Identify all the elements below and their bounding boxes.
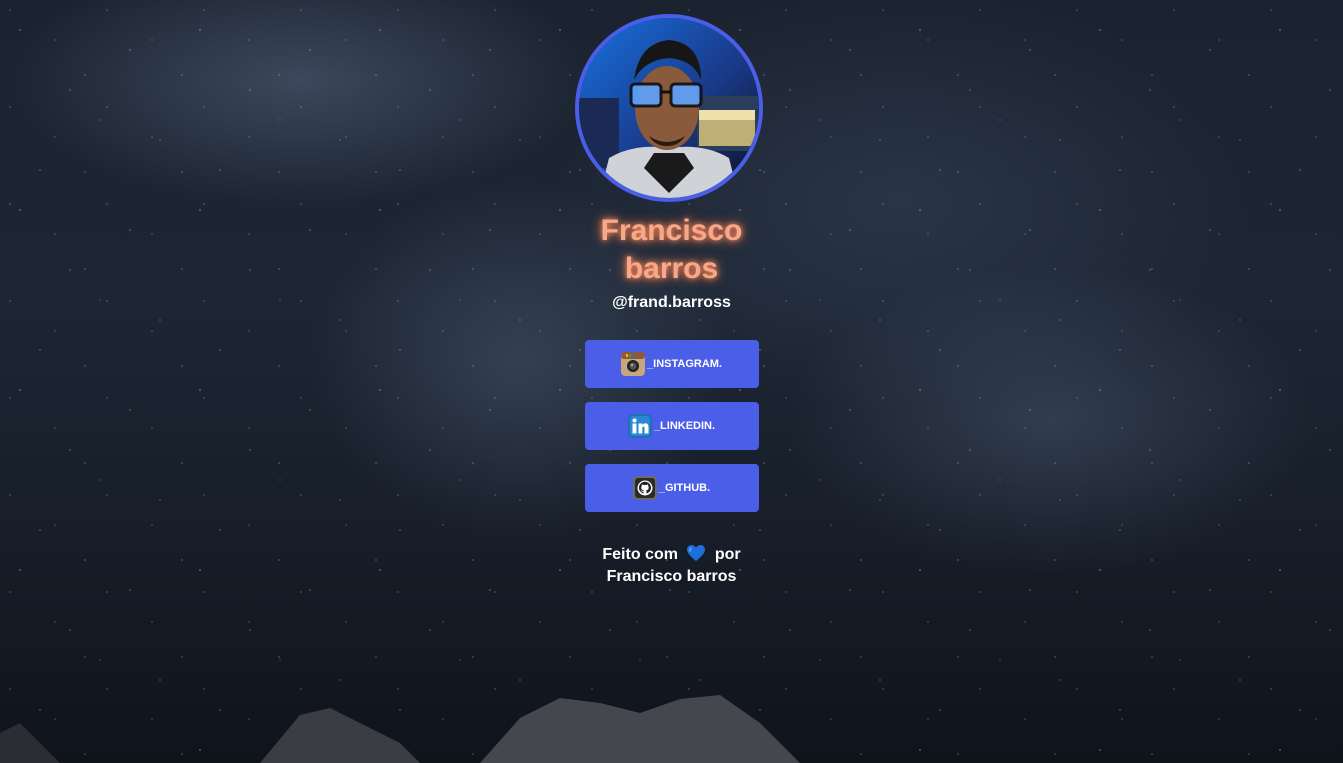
footer-author: Francisco barros bbox=[606, 568, 737, 585]
linkedin-link-button[interactable]: _LINKEDIN. bbox=[584, 402, 759, 450]
blue-heart-icon bbox=[687, 545, 706, 561]
footer-text-after: por bbox=[714, 546, 741, 563]
linkedin-icon bbox=[627, 414, 652, 438]
footer-line-1: Feito com por bbox=[602, 544, 741, 566]
instagram-icon bbox=[621, 352, 646, 376]
footer-text-before: Feito com bbox=[602, 546, 678, 563]
link-list: _INSTAGRAM. _LINKEDIN. _GITHUB. bbox=[584, 340, 759, 512]
github-link-button[interactable]: _GITHUB. bbox=[584, 464, 759, 512]
mountain-silhouette bbox=[0, 695, 800, 763]
avatar bbox=[574, 14, 763, 202]
github-link-label: _GITHUB. bbox=[658, 482, 711, 494]
profile-handle: @frand.barross bbox=[612, 294, 731, 311]
profile-name: Francisco barros bbox=[600, 214, 743, 285]
github-icon bbox=[632, 476, 657, 500]
instagram-link-label: _INSTAGRAM. bbox=[647, 358, 722, 370]
instagram-link-button[interactable]: _INSTAGRAM. bbox=[584, 340, 759, 388]
linkedin-link-label: _LINKEDIN. bbox=[653, 420, 716, 432]
profile-card: Francisco barros @frand.barross _INSTAGR… bbox=[0, 0, 1343, 588]
profile-photo bbox=[578, 18, 759, 198]
footer-credit: Feito com por Francisco barros bbox=[602, 544, 741, 588]
